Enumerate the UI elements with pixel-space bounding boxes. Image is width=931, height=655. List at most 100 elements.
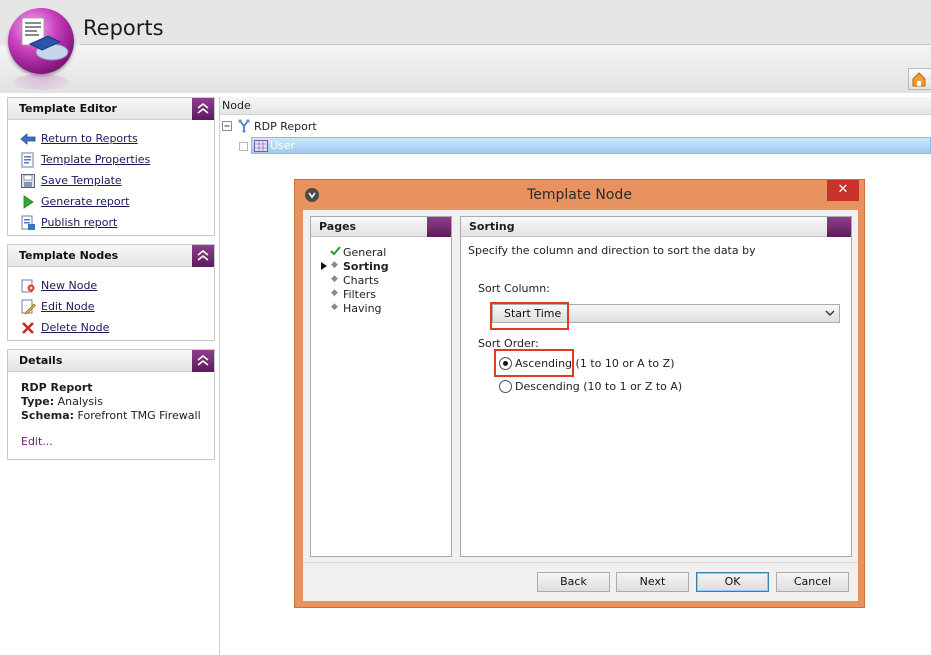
generate-report-link[interactable]: Generate report [20, 191, 214, 212]
delete-node-link[interactable]: Delete Node [20, 317, 214, 338]
pages-header-button [427, 217, 451, 237]
ok-button[interactable]: OK [696, 572, 769, 592]
node-column-label: Node [222, 99, 251, 112]
table-node-icon [254, 140, 268, 152]
home-icon [912, 72, 926, 87]
tree-child-row-selected[interactable]: User [251, 137, 931, 154]
return-to-reports-label[interactable]: Return to Reports [41, 132, 138, 145]
details-type-value: Analysis [57, 395, 103, 408]
page-item-charts[interactable]: Charts [343, 274, 379, 287]
sort-column-highlight [490, 302, 569, 330]
page-item-filters[interactable]: Filters [343, 288, 376, 301]
template-editor-links: Return to Reports Template Properties Sa… [8, 120, 214, 239]
page-item-having[interactable]: Having [343, 302, 382, 315]
dialog-body: Pages General ◆ Sorting ◆ Charts ◆ Filte… [303, 210, 858, 601]
tree-child-checkbox-row [239, 138, 248, 154]
new-node-link[interactable]: New Node [20, 275, 214, 296]
chevron-down-icon [825, 310, 835, 316]
dialog-titlebar[interactable]: Template Node ✕ [295, 180, 864, 210]
report-tree-icon [238, 119, 250, 133]
sort-column-label: Sort Column: [478, 282, 550, 295]
sort-descending-option[interactable]: Descending (10 to 1 or Z to A) [499, 378, 682, 394]
new-node-icon [21, 279, 35, 292]
return-to-reports-link[interactable]: Return to Reports [20, 128, 214, 149]
pages-title: Pages [319, 220, 357, 233]
details-body: RDP Report Type: Analysis Schema: Forefr… [8, 372, 214, 454]
sorting-title: Sorting [469, 220, 515, 233]
details-report-name: RDP Report [21, 381, 93, 394]
publish-report-label[interactable]: Publish report [41, 216, 117, 229]
header-divider [80, 44, 931, 45]
publish-icon [21, 215, 35, 230]
sorting-header-button [827, 217, 851, 237]
details-type-label: Type: [21, 395, 55, 408]
content-divider [219, 97, 220, 655]
app-title: Reports [83, 16, 164, 40]
app-header: Reports [0, 0, 931, 93]
dialog-title: Template Node [527, 187, 632, 203]
descending-radio[interactable] [499, 379, 512, 393]
new-node-label[interactable]: New Node [41, 279, 97, 292]
details-header: Details [8, 350, 214, 372]
bullet-icon: ◆ [331, 302, 338, 312]
edit-node-link[interactable]: Edit Node [20, 296, 214, 317]
logo-reflection [13, 74, 69, 90]
template-editor-header: Template Editor [8, 98, 214, 120]
current-page-arrow-icon [321, 262, 327, 270]
template-editor-collapse-button[interactable] [192, 98, 214, 120]
template-nodes-collapse-button[interactable] [192, 245, 214, 267]
template-nodes-header: Template Nodes [8, 245, 214, 267]
generate-report-label[interactable]: Generate report [41, 195, 129, 208]
template-node-dialog: Template Node ✕ Pages General ◆ Sorting … [294, 179, 865, 608]
arrow-left-icon [20, 132, 36, 145]
tree-root-row[interactable]: RDP Report [222, 118, 317, 134]
pages-header: Pages [311, 217, 451, 237]
details-collapse-button[interactable] [192, 350, 214, 372]
details-schema-value: Forefront TMG Firewall [77, 409, 201, 422]
chevron-up-icon [197, 102, 209, 114]
cancel-button[interactable]: Cancel [776, 572, 849, 592]
save-template-link[interactable]: Save Template [20, 170, 214, 191]
reports-logo-icon [8, 8, 74, 74]
template-nodes-links: New Node Edit Node Delete Node [8, 267, 214, 344]
tree-child-label: User [270, 139, 296, 152]
node-column-header: Node [220, 97, 931, 115]
page-item-general[interactable]: General [343, 246, 386, 259]
chevron-up-icon [197, 249, 209, 261]
sorting-description: Specify the column and direction to sort… [468, 244, 756, 257]
template-properties-link[interactable]: Template Properties [20, 149, 214, 170]
save-icon [21, 173, 35, 188]
play-icon [23, 194, 34, 209]
page-item-sorting[interactable]: Sorting [343, 260, 389, 273]
details-title: Details [19, 354, 63, 367]
delete-x-icon [22, 321, 34, 334]
bullet-icon: ◆ [331, 274, 338, 284]
template-editor-title: Template Editor [19, 102, 117, 115]
sorting-pane: Sorting Specify the column and direction… [460, 216, 852, 557]
edit-icon [21, 299, 36, 314]
home-button[interactable] [908, 68, 931, 90]
delete-node-label[interactable]: Delete Node [41, 321, 109, 334]
collapse-minus-icon[interactable] [222, 121, 232, 131]
back-button[interactable]: Back [537, 572, 610, 592]
chevron-up-icon [197, 354, 209, 366]
publish-report-link[interactable]: Publish report [20, 212, 214, 233]
dialog-footer-divider [303, 562, 858, 563]
edit-node-label[interactable]: Edit Node [41, 300, 95, 313]
details-schema-label: Schema: [21, 409, 75, 422]
details-panel: Details RDP Report Type: Analysis Schema… [7, 349, 215, 460]
next-button[interactable]: Next [616, 572, 689, 592]
close-icon: ✕ [837, 182, 849, 197]
template-nodes-panel: Template Nodes New Node Edit Node Delete… [7, 244, 215, 341]
dialog-close-button[interactable]: ✕ [827, 180, 859, 201]
descending-label: Descending (10 to 1 or Z to A) [515, 379, 683, 393]
pages-pane: Pages General ◆ Sorting ◆ Charts ◆ Filte… [310, 216, 452, 557]
save-template-label[interactable]: Save Template [41, 174, 122, 187]
bullet-icon: ◆ [331, 288, 338, 298]
tree-root-label: RDP Report [254, 119, 317, 133]
properties-icon [21, 152, 34, 167]
bullet-icon: ◆ [331, 260, 338, 270]
details-edit-link[interactable]: Edit... [21, 435, 214, 448]
template-properties-label[interactable]: Template Properties [41, 153, 150, 166]
template-editor-panel: Template Editor Return to Reports Templa… [7, 97, 215, 236]
